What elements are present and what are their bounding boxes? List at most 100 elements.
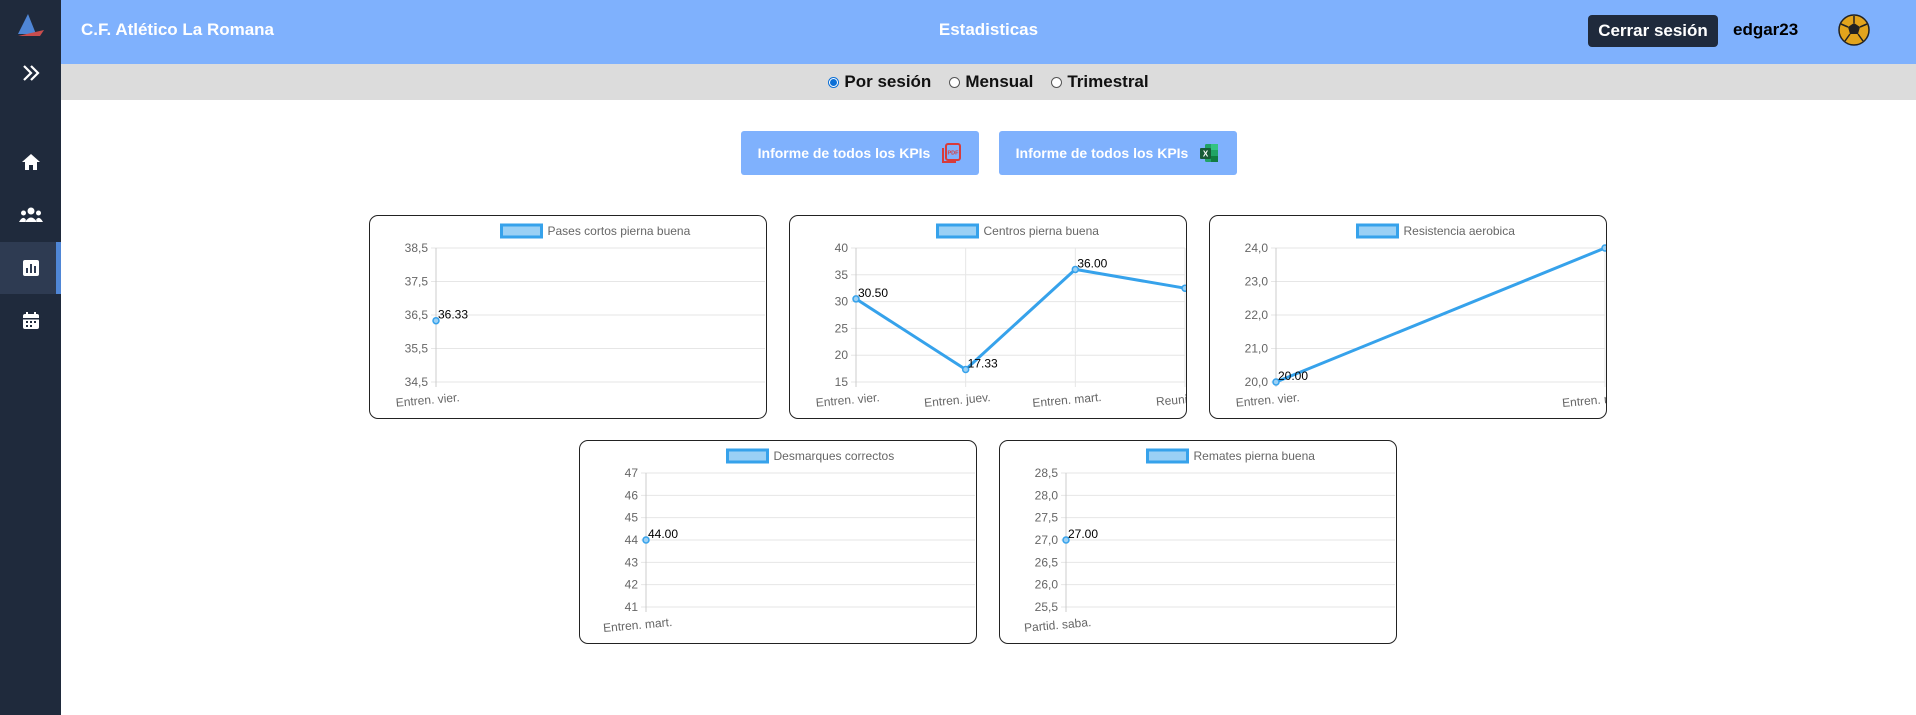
sidebar-item-home[interactable]	[0, 136, 61, 188]
y-tick-label: 45	[625, 511, 639, 525]
series-line	[855, 267, 1186, 372]
x-tick-label: Entren. mart.	[602, 615, 672, 635]
logout-button[interactable]: Cerrar sesión	[1588, 15, 1718, 47]
pdf-report-label: Informe de todos los KPIs	[757, 145, 931, 161]
chart-1: Centros pierna buena403530252015Entren. …	[815, 223, 1187, 410]
y-tick-label: 35	[835, 268, 849, 282]
chart-4: Remates pierna buena 28,5 28,0 27,5 27,0 26,5…	[1023, 448, 1395, 635]
x-tick-label: Entren. juev.	[924, 390, 991, 410]
x-tick-label: Partid. saba.	[1023, 615, 1091, 635]
data-label: 17.33	[968, 357, 998, 371]
svg-text:PDF: PDF	[948, 151, 960, 157]
y-tick-label: 25	[835, 321, 849, 335]
data-label: 30.50	[858, 286, 888, 300]
chart-3: Desmarques correctos 47 46 45 44 43 42 41Entren…	[602, 448, 975, 635]
x-tick-label: Entren. vier.	[1235, 390, 1300, 410]
filter-trimestral[interactable]: Trimestral	[1051, 72, 1149, 92]
home-icon	[21, 154, 40, 170]
legend-swatch	[936, 223, 979, 239]
excel-icon: X	[1200, 144, 1219, 162]
username[interactable]: edgar23	[1733, 20, 1798, 40]
y-tick-label: 34,5	[405, 375, 429, 389]
excel-report-label: Informe de todos los KPIs	[1015, 145, 1189, 161]
legend-label: Remates pierna buena	[1194, 449, 1316, 463]
data-label: 27.00	[1068, 527, 1098, 541]
sidebar	[0, 0, 61, 715]
y-tick-label: 22,0	[1245, 308, 1269, 322]
legend-swatch	[726, 448, 769, 464]
y-tick-label: 27,5	[1035, 511, 1059, 525]
chart-card-pases-cortos: Pases cortos pierna buena 38,5 37,5 36,5 35,…	[369, 215, 767, 419]
legend-swatch	[1356, 223, 1399, 239]
legend-swatch	[1146, 448, 1189, 464]
data-label: 36.00	[1077, 256, 1107, 270]
calendar-icon	[22, 312, 39, 329]
x-tick-label: Entren. mart.	[1032, 390, 1102, 410]
x-tick-label: Entren. vier.	[815, 390, 880, 410]
x-tick-label: Entren. mart.	[1561, 390, 1607, 410]
chart-card-remates: Remates pierna buena 28,5 28,0 27,5 27,0 26,5…	[999, 440, 1397, 644]
y-tick-label: 26,5	[1035, 555, 1059, 569]
y-tick-label: 26,0	[1035, 578, 1059, 592]
filter-por-sesion[interactable]: Por sesión	[828, 72, 931, 92]
data-label: 44.00	[648, 527, 678, 541]
sidebar-expand-button[interactable]	[0, 47, 61, 99]
y-tick-label: 28,0	[1035, 488, 1059, 502]
y-tick-label: 20	[835, 348, 849, 362]
y-tick-label: 43	[625, 555, 639, 569]
radio-unchecked-icon[interactable]	[949, 76, 961, 88]
data-label: 20.00	[1278, 369, 1308, 383]
y-tick-label: 36,5	[405, 308, 429, 322]
radio-checked-icon[interactable]	[828, 76, 840, 88]
chart-icon	[22, 260, 39, 276]
x-tick-label: Entren. vier.	[395, 390, 460, 410]
y-tick-label: 42	[625, 578, 639, 592]
y-tick-label: 20,0	[1245, 375, 1269, 389]
y-tick-label: 35,5	[405, 342, 429, 356]
sidebar-item-players[interactable]	[0, 189, 61, 241]
radio-unchecked-icon[interactable]	[1051, 76, 1063, 88]
legend-label: Pases cortos pierna buena	[548, 224, 691, 238]
y-tick-label: 44	[625, 533, 639, 547]
x-tick-label: Reunio.	[1155, 391, 1187, 409]
app-logo-icon	[18, 14, 44, 36]
y-tick-label: 23,0	[1245, 275, 1269, 289]
data-point	[1601, 244, 1606, 252]
y-tick-label: 37,5	[405, 275, 429, 289]
chevrons-right-icon	[22, 65, 40, 81]
legend-swatch	[500, 223, 543, 239]
chart-0: Pases cortos pierna buena 38,5 37,5 36,5 35,…	[395, 223, 765, 410]
y-tick-label: 21,0	[1245, 342, 1269, 356]
users-icon	[18, 207, 43, 222]
sidebar-item-calendar[interactable]	[0, 295, 61, 347]
y-tick-label: 38,5	[405, 241, 429, 255]
y-tick-label: 47	[625, 466, 639, 480]
legend-label: Resistencia aerobica	[1404, 224, 1516, 238]
legend-label: Desmarques correctos	[774, 449, 895, 463]
filter-label: Trimestral	[1067, 72, 1149, 91]
chart-2: Resistencia aerobica 24,0 23,0 22,0 21,0 20,0…	[1235, 223, 1607, 410]
y-tick-label: 15	[835, 375, 849, 389]
y-tick-label: 24,0	[1245, 241, 1269, 255]
filter-label: Mensual	[965, 72, 1034, 91]
pdf-report-button[interactable]: Informe de todos los KPIs PDF	[741, 131, 979, 175]
filter-mensual[interactable]: Mensual	[949, 72, 1033, 92]
chart-card-resistencia: Resistencia aerobica 24,0 23,0 22,0 21,0 20,0…	[1209, 215, 1607, 419]
y-tick-label: 28,5	[1035, 466, 1059, 480]
filter-label: Por sesión	[844, 72, 932, 91]
data-label: 36.33	[438, 308, 468, 322]
pdf-icon: PDF	[942, 143, 962, 163]
sidebar-item-statistics[interactable]	[0, 242, 61, 294]
y-tick-label: 25,5	[1035, 600, 1059, 614]
excel-report-button[interactable]: Informe de todos los KPIs X	[999, 131, 1237, 175]
y-tick-label: 30	[835, 295, 849, 309]
y-tick-label: 27,0	[1035, 533, 1059, 547]
y-tick-label: 41	[625, 600, 639, 614]
y-tick-label: 40	[835, 241, 849, 255]
user-avatar-ball-icon[interactable]	[1838, 14, 1870, 46]
period-filter-bar: Por sesión Mensual Trimestral	[61, 64, 1916, 100]
chart-card-centros: Centros pierna buena 40 35 30 25 20 15 Entren. …	[789, 215, 1187, 419]
legend-label: Centros pierna buena	[984, 224, 1100, 238]
y-tick-label: 46	[625, 488, 639, 502]
svg-text:X: X	[1203, 150, 1209, 159]
